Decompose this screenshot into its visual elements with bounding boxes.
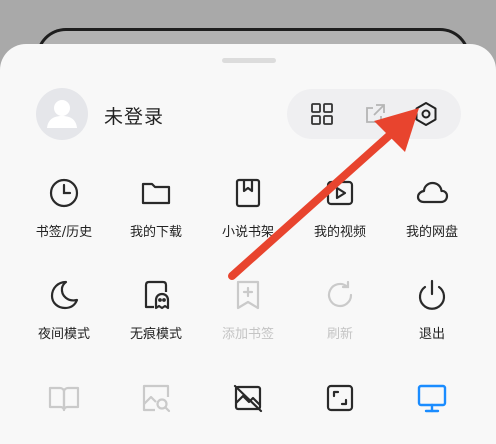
add-bookmark-icon — [236, 280, 260, 310]
image-search-icon — [142, 384, 171, 413]
book-open-icon — [48, 386, 80, 412]
menu-item-add-bookmark[interactable]: 添加书签 — [203, 277, 293, 342]
menu-item-image-search[interactable] — [111, 380, 201, 416]
menu-item-novel-shelf[interactable]: 小说书架 — [203, 175, 293, 240]
menu-item-label: 刷新 — [326, 327, 353, 342]
bookmark-book-icon — [235, 178, 261, 208]
menu-item-label: 退出 — [418, 327, 445, 342]
menu-item-fullscreen[interactable] — [295, 380, 385, 416]
sheet-drag-handle[interactable] — [222, 58, 276, 63]
share-icon — [366, 104, 385, 123]
menu-item-no-image-mode[interactable] — [203, 380, 293, 416]
menu-item-pc-mode[interactable] — [387, 380, 477, 416]
menu-item-bookmarks-history[interactable]: 书签/历史 — [19, 175, 109, 240]
qr-scan-button[interactable] — [307, 99, 337, 129]
menu-item-cloud-drive[interactable]: 我的网盘 — [387, 175, 477, 240]
menu-item-night-mode[interactable]: 夜间模式 — [19, 277, 109, 342]
menu-item-label: 夜间模式 — [37, 327, 90, 342]
refresh-icon — [327, 280, 353, 308]
menu-item-downloads[interactable]: 我的下载 — [111, 175, 201, 240]
qr-scan-icon — [311, 103, 333, 125]
menu-item-label: 无痕模式 — [129, 327, 182, 342]
no-image-icon — [233, 384, 263, 413]
video-play-icon — [326, 180, 354, 206]
menu-item-label: 小说书架 — [221, 225, 274, 240]
ghost-icon — [144, 280, 170, 310]
user-avatar-icon — [47, 100, 77, 128]
menu-item-label: 我的网盘 — [405, 225, 458, 240]
menu-item-label: 书签/历史 — [35, 225, 93, 240]
menu-item-reading-mode[interactable] — [19, 380, 109, 416]
menu-item-label: 我的下载 — [129, 225, 182, 240]
quick-action-pill — [287, 89, 461, 139]
power-icon — [418, 279, 446, 310]
menu-item-exit[interactable]: 退出 — [387, 277, 477, 342]
cloud-icon — [416, 181, 449, 204]
fullscreen-icon — [326, 384, 354, 412]
login-status-label[interactable]: 未登录 — [104, 102, 164, 129]
settings-button[interactable] — [411, 99, 441, 129]
folder-icon — [141, 182, 171, 205]
settings-icon — [415, 102, 437, 126]
clock-icon — [49, 178, 79, 208]
share-button[interactable] — [360, 99, 390, 129]
moon-icon — [50, 280, 79, 310]
bottom-menu-sheet: 未登录 书签/历史 我的下载 小说书架 我的视频 我的网盘 夜间模式 无痕模式 … — [0, 44, 496, 444]
menu-item-label: 添加书签 — [221, 327, 274, 342]
pc-mode-icon — [417, 384, 447, 413]
menu-item-refresh[interactable]: 刷新 — [295, 277, 385, 342]
menu-item-label: 我的视频 — [313, 225, 366, 240]
menu-item-my-videos[interactable]: 我的视频 — [295, 175, 385, 240]
menu-item-incognito-mode[interactable]: 无痕模式 — [111, 277, 201, 342]
user-avatar[interactable] — [36, 88, 88, 140]
